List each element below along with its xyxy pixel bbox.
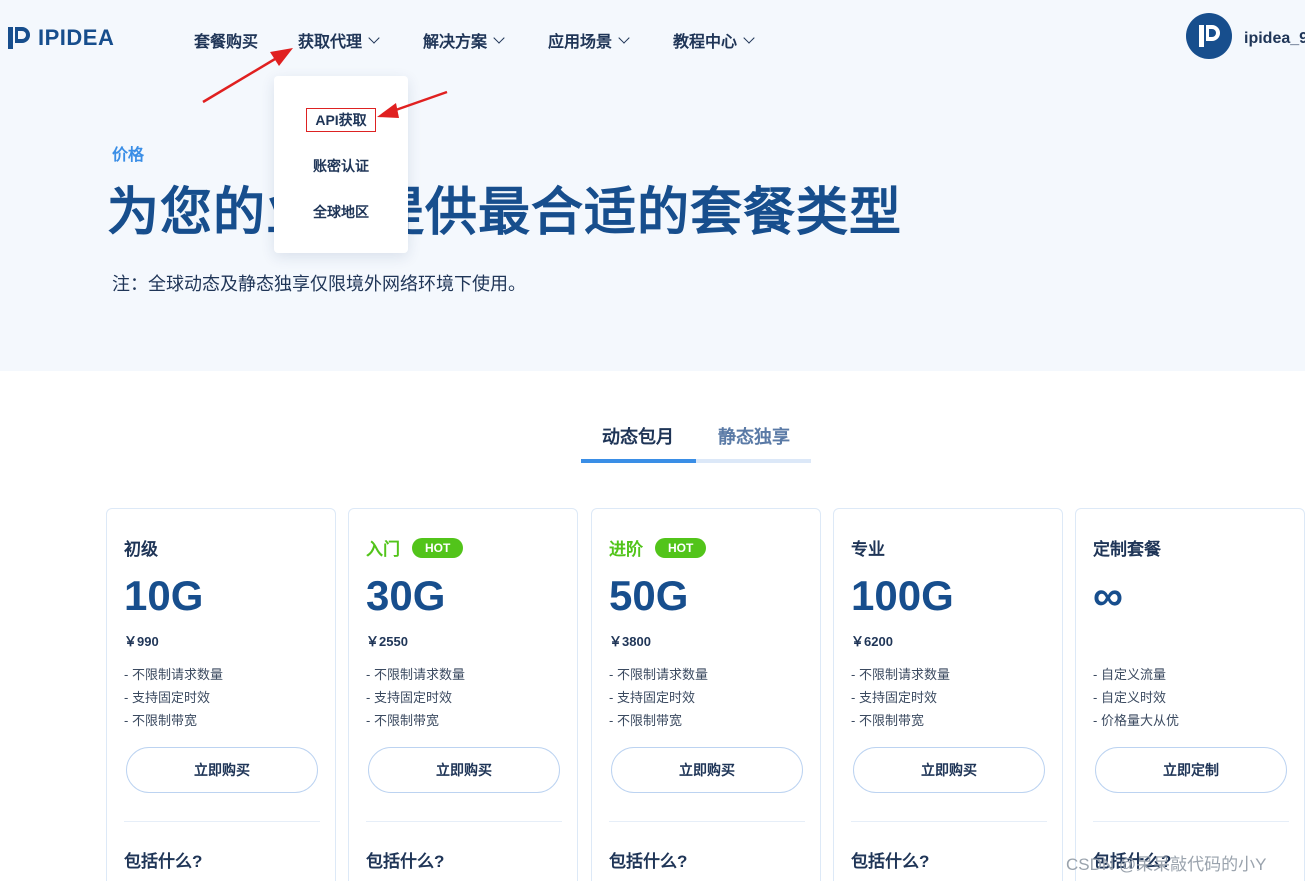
nav-item-solutions[interactable]: 解决方案 (423, 28, 505, 52)
plan-tier-label: 进阶 (609, 540, 643, 559)
dropdown-item-label: 账密认证 (313, 158, 369, 174)
plan-size: 30G (366, 572, 446, 619)
divider (124, 821, 320, 822)
plan-price: ￥3800 (609, 634, 651, 649)
buy-now-button[interactable]: 立即购买 (611, 747, 803, 793)
plan-feature: - 支持固定时效 (851, 690, 937, 705)
plan-feature: - 支持固定时效 (609, 690, 695, 705)
plan-features: - 不限制请求数量 - 支持固定时效 - 不限制带宽 (124, 663, 223, 732)
plan-card-pro: 专业 100G ￥6200 - 不限制请求数量 - 支持固定时效 - 不限制带宽… (833, 508, 1063, 881)
plan-card-starter: 入门 HOT 30G ￥2550 - 不限制请求数量 - 支持固定时效 - 不限制… (348, 508, 578, 881)
plan-size: 50G (609, 572, 689, 619)
buy-now-button[interactable]: 立即购买 (853, 747, 1045, 793)
plan-size: ∞ (1093, 572, 1123, 619)
page-title: 为您的业务提供最合适的套餐类型 (107, 184, 903, 242)
plan-features: - 不限制请求数量 - 支持固定时效 - 不限制带宽 (851, 663, 950, 732)
plan-tier-label: 初级 (124, 540, 158, 559)
tab-static-exclusive[interactable]: 静态独享 (718, 423, 790, 449)
plan-tier: 初级 (124, 535, 158, 560)
plan-feature: - 不限制请求数量 (366, 667, 465, 682)
plan-features: - 自定义流量 - 自定义时效 - 价格量大从优 (1093, 663, 1179, 732)
nav-label: 应用场景 (548, 34, 613, 51)
plan-tier-label: 专业 (851, 540, 885, 559)
buy-now-button[interactable]: 立即购买 (126, 747, 318, 793)
chevron-down-icon (618, 31, 630, 44)
dropdown-item-account-auth[interactable]: 账密认证 (274, 156, 408, 176)
divider (366, 821, 562, 822)
nav-label: 获取代理 (298, 34, 363, 51)
plan-feature: - 不限制请求数量 (609, 667, 708, 682)
plan-price: ￥990 (124, 634, 159, 649)
section-eyebrow: 价格 (112, 147, 145, 164)
plan-includes-heading: 包括什么? (609, 852, 688, 871)
chevron-down-icon (368, 31, 380, 44)
avatar-logo-icon (1199, 25, 1220, 47)
plan-feature: - 自定义时效 (1093, 690, 1166, 705)
plan-price: ￥6200 (851, 634, 893, 649)
plan-tier: 定制套餐 (1093, 535, 1161, 560)
dropdown-item-global-regions[interactable]: 全球地区 (274, 202, 408, 222)
plan-price: ￥2550 (366, 634, 408, 649)
plan-tier: 专业 (851, 535, 885, 560)
watermark: CSDN @呆呆敲代码的小Y (1066, 855, 1267, 874)
plan-size: 100G (851, 572, 954, 619)
avatar[interactable] (1186, 13, 1232, 59)
nav-label: 解决方案 (423, 34, 488, 51)
plan-card-advanced: 进阶 HOT 50G ￥3800 - 不限制请求数量 - 支持固定时效 - 不限制… (591, 508, 821, 881)
plan-includes-heading: 包括什么? (851, 852, 930, 871)
tab-dynamic-monthly[interactable]: 动态包月 (602, 423, 674, 449)
plan-feature: - 自定义流量 (1093, 667, 1166, 682)
nav-item-get-proxy[interactable]: 获取代理 (298, 28, 380, 52)
page-note: 注：全球动态及静态独享仅限境外网络环境下使用。 (112, 274, 526, 294)
dropdown-item-label: API获取 (306, 108, 376, 132)
nav-item-buy[interactable]: 套餐购买 (194, 28, 258, 52)
plan-feature: - 不限制带宽 (366, 713, 439, 728)
plan-size: 10G (124, 572, 204, 619)
plan-includes-heading: 包括什么? (124, 852, 203, 871)
logo-mark-icon (8, 25, 30, 51)
plan-includes-heading: 包括什么? (366, 852, 445, 871)
logo[interactable]: IPIDEA (8, 24, 114, 52)
chevron-down-icon (493, 31, 505, 44)
hot-badge: HOT (655, 537, 707, 558)
plan-features: - 不限制请求数量 - 支持固定时效 - 不限制带宽 (609, 663, 708, 732)
dropdown-item-label: 全球地区 (313, 204, 369, 220)
tab-indicator-track (581, 459, 811, 463)
plan-tier: 入门 HOT (366, 535, 464, 560)
plan-tier-label: 入门 (366, 540, 400, 559)
plan-feature: - 不限制请求数量 (124, 667, 223, 682)
plan-card-custom: 定制套餐 ∞ - 自定义流量 - 自定义时效 - 价格量大从优 立即定制 包括什… (1075, 508, 1305, 881)
plan-feature: - 不限制带宽 (851, 713, 924, 728)
divider (1093, 821, 1289, 822)
nav-label: 教程中心 (673, 34, 738, 51)
nav-item-scenarios[interactable]: 应用场景 (548, 28, 630, 52)
plan-card-basic: 初级 10G ￥990 - 不限制请求数量 - 支持固定时效 - 不限制带宽 立… (106, 508, 336, 881)
logo-text: IPIDEA (38, 25, 115, 50)
plan-feature: - 支持固定时效 (124, 690, 210, 705)
plan-tier-label: 定制套餐 (1093, 540, 1161, 559)
plan-tier: 进阶 HOT (609, 535, 707, 560)
customize-now-button[interactable]: 立即定制 (1095, 747, 1287, 793)
divider (851, 821, 1047, 822)
chevron-down-icon (743, 31, 755, 44)
nav-label: 套餐购买 (194, 34, 259, 51)
dropdown-item-api[interactable]: API获取 (274, 108, 408, 132)
plan-feature: - 支持固定时效 (366, 690, 452, 705)
tab-indicator-active (581, 459, 696, 463)
plan-feature: - 不限制请求数量 (851, 667, 950, 682)
plan-feature: - 不限制带宽 (124, 713, 197, 728)
plan-features: - 不限制请求数量 - 支持固定时效 - 不限制带宽 (366, 663, 465, 732)
plan-feature: - 不限制带宽 (609, 713, 682, 728)
username[interactable]: ipidea_9 (1244, 30, 1305, 48)
divider (609, 821, 805, 822)
hot-badge: HOT (412, 537, 464, 558)
plan-feature: - 价格量大从优 (1093, 713, 1179, 728)
get-proxy-dropdown: API获取 账密认证 全球地区 (274, 76, 408, 253)
nav-item-tutorials[interactable]: 教程中心 (673, 28, 755, 52)
buy-now-button[interactable]: 立即购买 (368, 747, 560, 793)
